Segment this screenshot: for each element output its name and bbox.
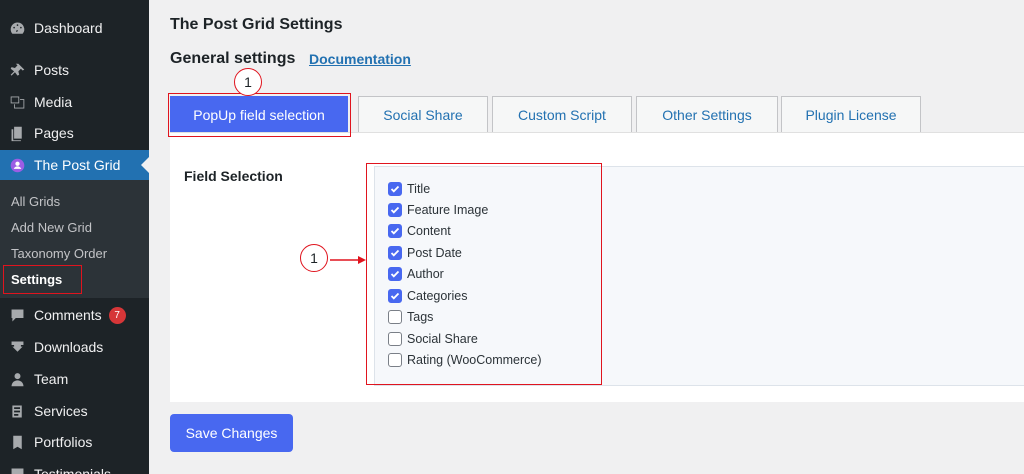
menu-label: Pages — [34, 125, 74, 141]
annotation-marker: 1 — [234, 68, 262, 96]
pin-icon — [8, 61, 26, 79]
menu-pages[interactable]: Pages — [0, 118, 149, 148]
download-icon — [8, 338, 26, 356]
menu-the-post-grid[interactable]: The Post Grid — [0, 150, 149, 180]
active-indicator — [141, 157, 149, 173]
menu-services[interactable]: Services — [0, 396, 149, 426]
menu-label: Downloads — [34, 339, 104, 355]
dashboard-icon — [8, 19, 26, 37]
documentation-link[interactable]: Documentation — [309, 51, 411, 67]
services-icon — [8, 402, 26, 420]
menu-testimonials[interactable]: Testimonials — [0, 459, 149, 474]
menu-label: Media — [34, 94, 73, 110]
comment-count-badge: 7 — [108, 306, 126, 324]
menu-label: Dashboard — [34, 20, 103, 36]
menu-label: Portfolios — [34, 434, 93, 450]
menu-label: Services — [34, 403, 88, 419]
menu-portfolios[interactable]: Portfolios — [0, 427, 149, 457]
menu-posts[interactable]: Posts — [0, 55, 149, 85]
portfolio-icon — [8, 433, 26, 451]
menu-dashboard[interactable]: Dashboard — [0, 13, 149, 43]
pages-icon — [8, 124, 26, 142]
tab-social-share[interactable]: Social Share — [358, 96, 488, 132]
post-grid-icon — [8, 156, 26, 174]
save-changes-button[interactable]: Save Changes — [170, 414, 293, 452]
submenu-taxonomy-order[interactable]: Taxonomy Order — [11, 246, 107, 261]
section-title: General settings — [170, 50, 296, 67]
field-selection-label: Field Selection — [184, 168, 283, 184]
menu-label: Posts — [34, 62, 70, 78]
menu-team[interactable]: Team — [0, 364, 149, 394]
submenu-all-grids[interactable]: All Grids — [11, 194, 60, 209]
tab-other-settings[interactable]: Other Settings — [636, 96, 778, 132]
comment-icon — [8, 306, 26, 324]
annotation-highlight-tab — [168, 93, 351, 137]
menu-label: Testimonials — [34, 466, 112, 474]
menu-media[interactable]: Media — [0, 87, 149, 117]
admin-sidebar: Dashboard Posts Media Pages The Post Gri… — [0, 0, 149, 474]
menu-label: Team — [34, 371, 69, 387]
menu-downloads[interactable]: Downloads — [0, 332, 149, 362]
annotation-arrow-icon — [330, 256, 366, 264]
submenu-add-new-grid[interactable]: Add New Grid — [11, 220, 92, 235]
media-icon — [8, 93, 26, 111]
page-title: The Post Grid Settings — [170, 16, 343, 33]
team-icon — [8, 370, 26, 388]
menu-label: The Post Grid — [34, 157, 121, 173]
testimonial-icon — [8, 465, 26, 474]
annotation-marker: 1 — [300, 244, 328, 272]
annotation-highlight-settings — [3, 265, 82, 294]
tab-plugin-license[interactable]: Plugin License — [781, 96, 921, 132]
annotation-highlight-fields — [366, 163, 602, 385]
menu-comments[interactable]: Comments 7 — [0, 300, 149, 330]
menu-label: Comments — [34, 307, 102, 323]
tab-custom-script[interactable]: Custom Script — [492, 96, 632, 132]
